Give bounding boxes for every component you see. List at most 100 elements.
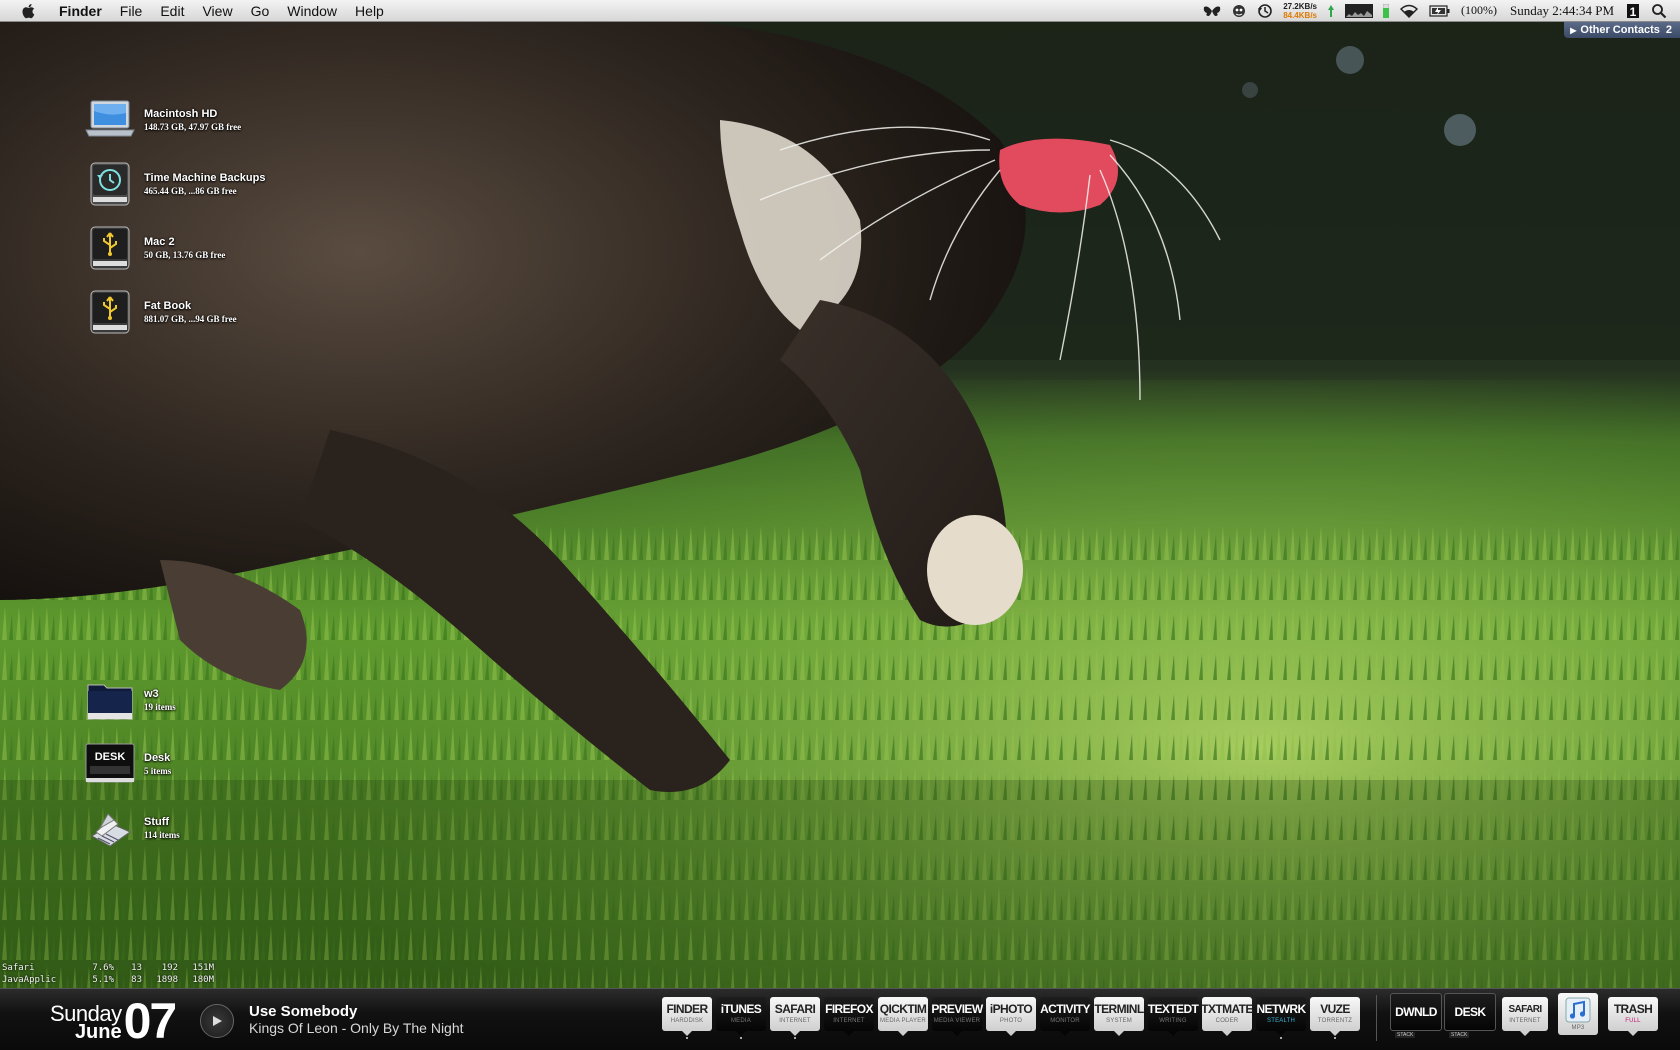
dock-label: TEXTEDT: [1147, 1002, 1199, 1016]
dock-label: SAFARI: [1508, 1004, 1542, 1015]
apple-menu-icon[interactable]: [18, 3, 40, 19]
dock-sublabel: STEALTH: [1267, 1018, 1295, 1024]
dock-pointer: [1114, 1031, 1124, 1036]
stack-tag: STACK: [1449, 1032, 1470, 1038]
desktop-folder-desk[interactable]: DESK Desk 5 items: [84, 740, 171, 788]
dock-label: NETWRK: [1256, 1002, 1306, 1016]
volume-info: 881.07 GB, ...94 GB free: [144, 314, 237, 324]
dock-app-iphoto[interactable]: iPHOTO PHOTO: [986, 997, 1036, 1036]
dock-pointer: [1330, 1031, 1340, 1036]
usb-drive-icon: [84, 224, 136, 272]
dock-label: QICKTIM: [879, 1002, 927, 1016]
desktop-volume-time-machine[interactable]: Time Machine Backups 465.44 GB, ...86 GB…: [84, 160, 265, 208]
dock-label: ACTIVITY: [1040, 1002, 1090, 1016]
dock-sublabel: HARDDISK: [670, 1018, 704, 1024]
cpu-graph-icon[interactable]: [1344, 0, 1373, 22]
running-indicator: [686, 1037, 688, 1039]
date-widget: Sunday June 07: [50, 993, 178, 1049]
dock-sublabel: INTERNET: [1509, 1018, 1541, 1024]
dock-stack-downloads[interactable]: DWNLD STACK: [1390, 993, 1442, 1038]
volume-info: 50 GB, 13.76 GB free: [144, 250, 226, 260]
upload-arrow-icon: [1327, 0, 1335, 22]
menu-go[interactable]: Go: [242, 0, 279, 22]
dock-label: SAFARI: [774, 1002, 816, 1016]
wifi-icon[interactable]: [1399, 0, 1419, 22]
dock-pointer: [790, 1031, 800, 1036]
dock-pointer: [1006, 1031, 1016, 1036]
dock-pointer: [736, 1031, 746, 1036]
network-meter: 27.2KB/s 84.4KB/s: [1283, 0, 1317, 22]
dock-sublabel: CODER: [1215, 1018, 1239, 1024]
process-row: JavaApplic 5.1% 83 1898 180M: [2, 974, 214, 986]
dock-app-network[interactable]: NETWRK STEALTH: [1256, 997, 1306, 1039]
battery-icon[interactable]: [1429, 0, 1451, 22]
folder-info: 19 items: [144, 702, 176, 712]
volume-info: 148.73 GB, 47.97 GB free: [144, 122, 242, 132]
dock-trash[interactable]: TRASH FULL: [1608, 997, 1658, 1036]
play-button[interactable]: [200, 1004, 234, 1038]
now-playing-song: Use Somebody: [249, 1003, 358, 1020]
process-threads: 83: [131, 975, 142, 985]
process-ports: 192: [161, 963, 178, 973]
dock-sublabel: INTERNET: [779, 1018, 811, 1024]
dock-app-preview[interactable]: PREVIEW MEDIA VIEWER: [931, 997, 983, 1036]
process-threads: 13: [131, 963, 142, 973]
time-machine-drive-icon: [84, 160, 136, 208]
desktop-folder-stuff[interactable]: Stuff 114 items: [84, 804, 180, 852]
dock-label: TXTMATE: [1201, 1002, 1253, 1016]
dock-label: DWNLD: [1395, 1004, 1437, 1019]
laptop-drive-icon: [84, 96, 136, 144]
memory-meter-icon[interactable]: [1382, 0, 1389, 22]
process-cpu: 5.1%: [92, 975, 114, 985]
dock-app-activity-monitor[interactable]: ACTIVITY MONITOR: [1040, 997, 1091, 1036]
desktop-volume-macintosh-hd[interactable]: Macintosh HD 148.73 GB, 47.97 GB free: [84, 96, 241, 144]
dock-label: DESK: [1454, 1004, 1487, 1019]
dock-sublabel: MEDIA PLAYER: [880, 1018, 926, 1024]
itunes-music-icon: [1565, 997, 1591, 1022]
process-ports: 1898: [156, 975, 178, 985]
menu-extras: 27.2KB/s 84.4KB/s (100%) Sunday 2:44:34 …: [1198, 0, 1680, 22]
running-indicator: [740, 1037, 742, 1039]
dock-app-firefox[interactable]: FIREFOX INTERNET: [824, 997, 874, 1036]
other-contacts-tab[interactable]: ▶ Other Contacts 2: [1564, 22, 1680, 38]
desktop-folder-w3[interactable]: w3 19 items: [84, 676, 176, 724]
dock-app-safari[interactable]: SAFARI INTERNET: [770, 997, 820, 1039]
date-day: 07: [123, 993, 178, 1049]
dock-app-finder[interactable]: FINDER HARDDISK: [662, 997, 712, 1039]
dock-app-textmate[interactable]: TXTMATE CODER: [1201, 997, 1253, 1036]
spotlight-icon[interactable]: [1651, 0, 1667, 22]
menu-help[interactable]: Help: [346, 0, 393, 22]
dock-app-terminal[interactable]: TERMINL SYSTEM: [1094, 997, 1144, 1036]
dock-pointer: [844, 1031, 854, 1036]
time-machine-icon[interactable]: [1257, 0, 1273, 22]
fast-user-switch-icon[interactable]: 1: [1625, 0, 1641, 22]
play-icon: [213, 1016, 222, 1026]
desktop-volume-fat-book[interactable]: Fat Book 881.07 GB, ...94 GB free: [84, 288, 237, 336]
menu-app-finder[interactable]: Finder: [50, 0, 111, 22]
dock-label: VUZE: [1320, 1002, 1350, 1016]
dock-sublabel: INTERNET: [833, 1018, 865, 1024]
dock-pointer: [1060, 1031, 1070, 1036]
process-row: Safari 7.6% 13 192 151M: [2, 962, 214, 974]
dock-pointer: [1222, 1031, 1232, 1036]
growl-icon[interactable]: [1231, 0, 1247, 22]
dock-doc-safari[interactable]: SAFARI INTERNET: [1502, 997, 1548, 1036]
menu-view[interactable]: View: [193, 0, 241, 22]
desktop-wallpaper: [0, 0, 1680, 1050]
butterfly-icon[interactable]: [1203, 0, 1221, 22]
dock-stack-desk[interactable]: DESK STACK: [1444, 993, 1496, 1038]
menu-file[interactable]: File: [111, 0, 152, 22]
dock-doc-mp3[interactable]: MP3: [1558, 993, 1598, 1035]
menu-clock[interactable]: Sunday 2:44:34 PM: [1510, 0, 1614, 22]
menu-window[interactable]: Window: [278, 0, 346, 22]
menu-edit[interactable]: Edit: [151, 0, 193, 22]
usb-drive-icon: [84, 288, 136, 336]
desktop-volume-mac-2[interactable]: Mac 2 50 GB, 13.76 GB free: [84, 224, 225, 272]
folder-name: Stuff: [144, 816, 170, 828]
dock-app-vuze[interactable]: VUZE TORRENTZ: [1310, 997, 1360, 1039]
dock-app-quicktime[interactable]: QICKTIM MEDIA PLAYER: [878, 997, 928, 1036]
process-name: Safari: [2, 963, 35, 973]
dock-app-textedit[interactable]: TEXTEDT WRITING: [1147, 997, 1199, 1036]
volume-name: Time Machine Backups: [144, 172, 266, 184]
dock-app-itunes[interactable]: iTUNES MEDIA: [716, 997, 766, 1039]
